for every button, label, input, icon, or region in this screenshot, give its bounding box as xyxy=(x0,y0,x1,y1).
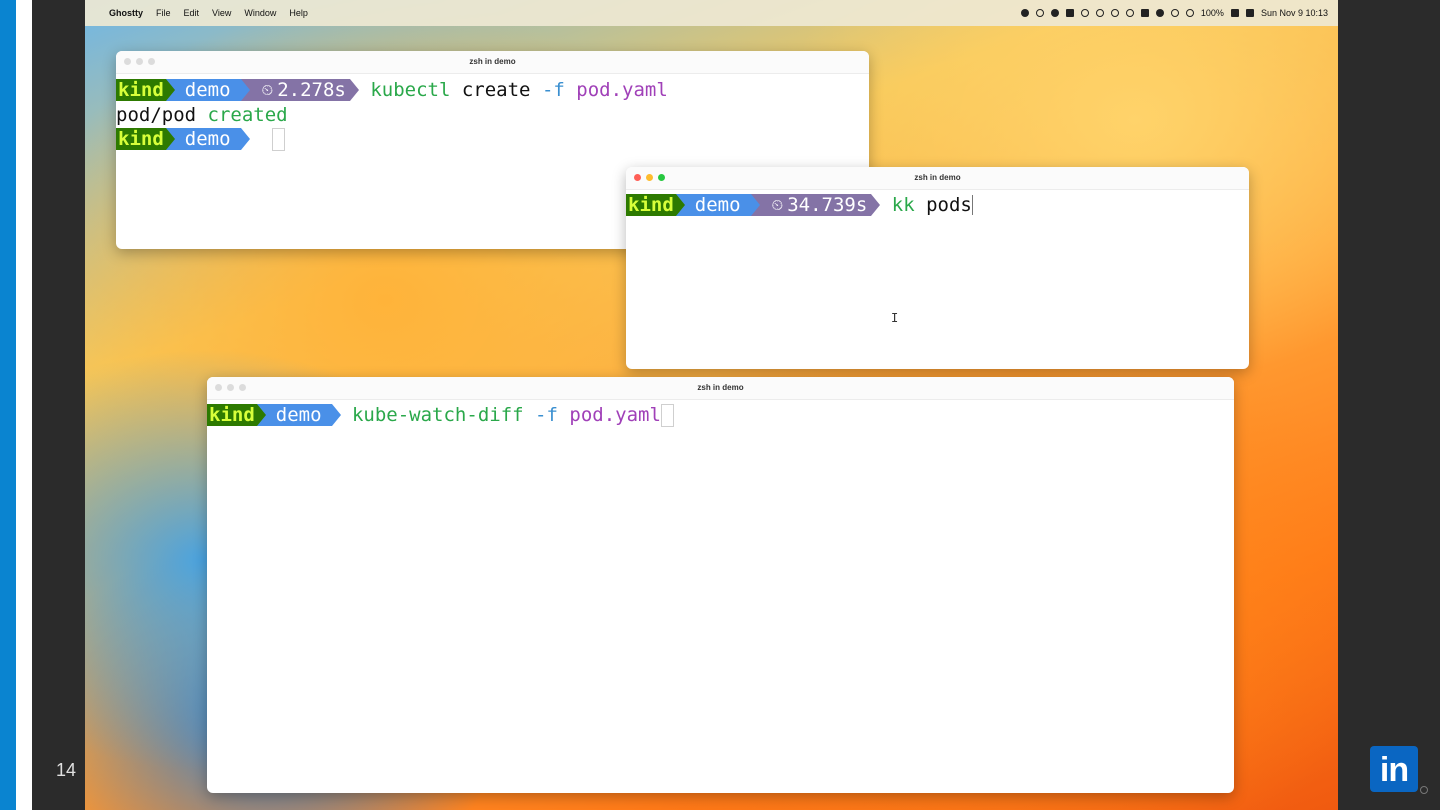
duration-value: 2.278s xyxy=(277,79,346,101)
docker-icon[interactable] xyxy=(1140,9,1149,17)
timer-icon: ⏲ xyxy=(261,81,274,99)
status-ring-icon[interactable] xyxy=(1035,9,1044,17)
command-arg: create xyxy=(461,79,531,101)
terminal-content[interactable]: kind demo ⏲ 2.278s kubectl create -f pod.… xyxy=(116,76,869,152)
segment-separator xyxy=(240,128,250,151)
window-title: zsh in demo xyxy=(697,383,744,392)
menu-help[interactable]: Help xyxy=(289,8,308,18)
desktop-wallpaper: Ghostty File Edit View Window Help 100% … xyxy=(85,0,1338,810)
command-flag: -f xyxy=(541,79,565,101)
menubar-clock[interactable]: Sun Nov 9 10:13 xyxy=(1261,8,1328,18)
segment-separator xyxy=(165,79,175,102)
camera-icon[interactable] xyxy=(1065,9,1074,17)
prompt-line: kind demo xyxy=(116,127,869,152)
context-segment: kind xyxy=(626,194,676,217)
brightness-icon[interactable] xyxy=(1125,9,1134,17)
bluetooth-icon[interactable] xyxy=(1170,9,1179,17)
duration-value: 34.739s xyxy=(787,194,868,216)
battery-percent: 100% xyxy=(1200,8,1224,18)
command-flag: -f xyxy=(535,404,558,426)
window-title: zsh in demo xyxy=(914,173,961,182)
timer-icon: ⏲ xyxy=(771,196,784,214)
prompt-line: kind demo kube-watch-diff -f pod.yaml xyxy=(207,403,1234,428)
dot-icon[interactable] xyxy=(1050,9,1059,17)
volume-icon[interactable] xyxy=(1155,9,1164,17)
slide-number: 14 xyxy=(56,760,77,780)
sync-icon[interactable] xyxy=(1095,9,1104,17)
terminal-content[interactable]: kind demo ⏲ 34.739s kk pods xyxy=(626,191,1249,218)
namespace-segment: demo xyxy=(174,79,241,102)
output-line: pod/pod created xyxy=(116,103,869,128)
segment-separator xyxy=(750,194,760,217)
command-file: pod.yaml xyxy=(576,79,668,101)
terminal-window-2[interactable]: zsh in demo kind demo ⏲ 34.739s kk pods I xyxy=(626,167,1249,369)
terminal-cursor xyxy=(660,403,674,427)
globe-icon[interactable] xyxy=(1080,9,1089,17)
prompt-line: kind demo ⏲ 2.278s kubectl create -f pod.… xyxy=(116,78,869,103)
command-file: pod.yaml xyxy=(569,404,661,426)
command-name: kk xyxy=(891,194,915,216)
status-area: 100% Sun Nov 9 10:13 xyxy=(1020,8,1328,18)
namespace-segment: demo xyxy=(174,128,241,151)
menu-window[interactable]: Window xyxy=(244,8,276,18)
output-status: created xyxy=(207,103,288,126)
record-icon[interactable] xyxy=(1020,9,1029,17)
context-segment: kind xyxy=(116,128,166,151)
duration-segment: ⏲ 2.278s xyxy=(249,79,350,102)
moon-icon[interactable] xyxy=(1110,9,1119,17)
registered-mark-icon xyxy=(1420,786,1428,794)
wifi-icon[interactable] xyxy=(1185,9,1194,17)
segment-separator xyxy=(675,194,685,217)
context-segment: kind xyxy=(207,404,257,427)
menu-edit[interactable]: Edit xyxy=(184,8,200,18)
command-name: kubectl xyxy=(370,79,451,101)
terminal-cursor xyxy=(272,127,286,151)
window-titlebar[interactable]: zsh in demo xyxy=(207,377,1234,400)
context-segment: kind xyxy=(116,79,166,102)
command-arg: pods xyxy=(926,194,972,216)
menu-file[interactable]: File xyxy=(156,8,171,18)
segment-separator xyxy=(240,79,250,102)
battery-icon[interactable] xyxy=(1230,9,1239,17)
control-center-icon[interactable] xyxy=(1245,9,1254,17)
command-name: kube-watch-diff xyxy=(351,404,524,426)
linkedin-logo-icon: in xyxy=(1370,746,1418,792)
slide-accent-bar xyxy=(0,0,16,810)
window-title: zsh in demo xyxy=(469,57,516,66)
app-menu-ghostty[interactable]: Ghostty xyxy=(109,8,143,18)
window-titlebar[interactable]: zsh in demo xyxy=(116,51,869,74)
terminal-window-3[interactable]: zsh in demo kind demo kube-watch-diff -f… xyxy=(207,377,1234,793)
terminal-content[interactable]: kind demo kube-watch-diff -f pod.yaml xyxy=(207,401,1234,428)
output-resource: pod/pod xyxy=(116,103,197,126)
slide-gap xyxy=(16,0,32,810)
text-caret xyxy=(971,195,973,216)
menu-bar: Ghostty File Edit View Window Help 100% … xyxy=(85,0,1338,26)
segment-separator xyxy=(165,128,175,151)
ibeam-cursor-icon: I xyxy=(891,311,899,325)
menu-view[interactable]: View xyxy=(212,8,231,18)
segment-separator xyxy=(871,194,881,217)
segment-separator xyxy=(256,404,266,427)
prompt-line: kind demo ⏲ 34.739s kk pods xyxy=(626,193,1249,218)
namespace-segment: demo xyxy=(684,194,751,217)
segment-separator xyxy=(331,404,341,427)
segment-separator xyxy=(349,79,359,102)
window-titlebar[interactable]: zsh in demo xyxy=(626,167,1249,190)
duration-segment: ⏲ 34.739s xyxy=(759,194,872,217)
namespace-segment: demo xyxy=(265,404,332,427)
